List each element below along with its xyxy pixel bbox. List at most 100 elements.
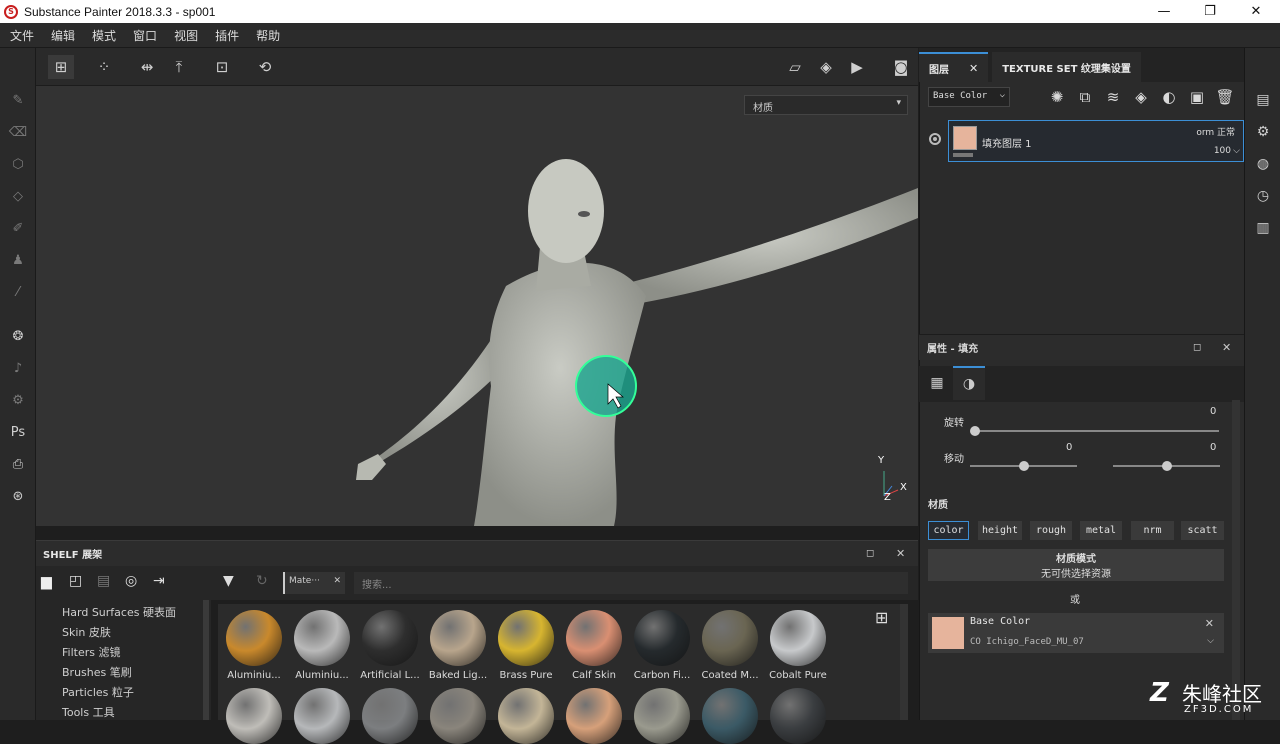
channel-nrm-button[interactable]: nrm	[1131, 521, 1174, 540]
category-skin[interactable]: Skin 皮肤	[36, 623, 211, 643]
tab-layers[interactable]: 图层 ✕	[919, 52, 989, 82]
paint-brush-icon[interactable]: ✎	[0, 84, 36, 116]
material-tab-icon[interactable]: ◑	[953, 366, 985, 400]
menu-file[interactable]: 文件	[10, 27, 34, 44]
close-button[interactable]: ✕	[1233, 0, 1279, 23]
layer-item[interactable]: 填充图层 1 orm 正常 100 ⌵	[948, 120, 1244, 162]
database-icon[interactable]: ▤	[97, 573, 110, 589]
material-item[interactable]: Brass Pure	[494, 604, 558, 681]
photoshop-export-icon[interactable]: Ps	[0, 416, 36, 448]
clone-stamp-icon[interactable]: ♟	[0, 244, 36, 276]
add-layer-icon[interactable]: ≋	[1103, 87, 1123, 107]
material-item[interactable]	[290, 682, 354, 744]
tab-layers-close-icon[interactable]: ✕	[969, 62, 978, 75]
material-item[interactable]: Carbon Fi...	[630, 604, 694, 681]
menu-edit[interactable]: 编辑	[51, 27, 75, 44]
maximize-icon[interactable]: ◻	[866, 548, 874, 559]
new-folder-icon[interactable]: ◰	[69, 573, 82, 589]
bake-icon[interactable]: ❂	[0, 320, 36, 352]
rotation-slider-knob[interactable]	[970, 426, 980, 436]
add-effect-icon[interactable]: ⧉	[1075, 87, 1095, 107]
symmetry-y-icon[interactable]: ⤒	[166, 55, 192, 79]
rotation-slider[interactable]	[975, 430, 1219, 432]
channel-height-button[interactable]: height	[978, 521, 1022, 540]
category-filters[interactable]: Filters 滤镜	[36, 643, 211, 663]
basecolor-slot[interactable]: Base Color CO Ichigo_FaceD_MU_07 ✕ ⌵	[928, 613, 1224, 653]
import-icon[interactable]: ⇥	[153, 573, 165, 589]
layers-panel-icon[interactable]: ▤	[1245, 84, 1280, 116]
basecolor-clear-icon[interactable]: ✕	[1205, 617, 1214, 630]
category-tools[interactable]: Tools 工具	[36, 703, 211, 723]
maximize-icon[interactable]: ◻	[1193, 342, 1201, 353]
folder-icon[interactable]: ▆	[41, 574, 52, 590]
category-hard-surfaces[interactable]: Hard Surfaces 硬表面	[36, 603, 211, 623]
categories-scrollbar[interactable]	[203, 600, 209, 720]
layer-blend-mode[interactable]: orm 正常	[1196, 125, 1235, 138]
display-settings-icon[interactable]: ◍	[1245, 148, 1280, 180]
category-brushes[interactable]: Brushes 笔刷	[36, 663, 211, 683]
shelf-search-input[interactable]: 搜索...	[354, 572, 908, 594]
category-particles[interactable]: Particles 粒子	[36, 683, 211, 703]
channel-dropdown[interactable]: Base Color ⌵	[928, 87, 1010, 107]
grid-mode-icon[interactable]: ⁘	[91, 55, 117, 79]
menu-help[interactable]: 帮助	[256, 27, 280, 44]
3d-viewport[interactable]: Y X Z	[36, 86, 918, 526]
material-item[interactable]: Aluminiu...	[222, 604, 286, 681]
view-2d-icon[interactable]: ▱	[782, 55, 808, 79]
offset-slider-2-knob[interactable]	[1161, 461, 1172, 471]
symmetry-x-icon[interactable]: ⇹	[134, 55, 160, 79]
view-3d-icon[interactable]: ◈	[813, 55, 839, 79]
plugin-icon[interactable]: ⊛	[0, 480, 36, 512]
material-item[interactable]	[494, 682, 558, 744]
magic-wand-icon[interactable]: ✺	[1047, 87, 1067, 107]
channel-metal-button[interactable]: metal	[1080, 521, 1122, 540]
material-item[interactable]: Calf Skin	[562, 604, 626, 681]
camera-icon[interactable]: ▶	[844, 55, 870, 79]
hide-icon[interactable]: ◎	[125, 573, 137, 589]
delete-icon[interactable]: 🗑	[1215, 87, 1235, 107]
export-icon[interactable]: ⎙	[0, 448, 36, 480]
material-item[interactable]	[222, 682, 286, 744]
texture-set-icon[interactable]: ⚙	[1245, 116, 1280, 148]
minimize-button[interactable]: —	[1141, 0, 1187, 23]
filter-tag[interactable]: Mate··· ✕	[283, 572, 345, 594]
filter-tag-close-icon[interactable]: ✕	[333, 576, 341, 586]
history-icon[interactable]: ◷	[1245, 180, 1280, 212]
shelf-close-icon[interactable]: ✕	[896, 547, 905, 560]
material-grid-scrollbar[interactable]	[900, 604, 908, 720]
menu-mode[interactable]: 模式	[92, 27, 116, 44]
menu-view[interactable]: 视图	[174, 27, 198, 44]
material-item[interactable]: Coated M...	[698, 604, 762, 681]
frame-icon[interactable]: ⊡	[209, 55, 235, 79]
chevron-down-icon[interactable]: ⌵	[1207, 636, 1214, 646]
bell-icon[interactable]: ♪	[0, 352, 36, 384]
eraser-icon[interactable]: ⌫	[0, 116, 36, 148]
material-item[interactable]	[630, 682, 694, 744]
polygon-fill-icon[interactable]: ◇	[0, 180, 36, 212]
channel-scatt-button[interactable]: scatt	[1181, 521, 1224, 540]
visibility-toggle[interactable]	[929, 133, 941, 145]
screenshot-icon[interactable]: ◙	[888, 55, 914, 79]
material-item[interactable]: Artificial L...	[358, 604, 422, 681]
color-picker-icon[interactable]: ⁄	[0, 276, 36, 308]
log-icon[interactable]: ▥	[1245, 212, 1280, 244]
material-item[interactable]: Cobalt Pure	[766, 604, 830, 681]
uv-settings-icon[interactable]: ▦	[921, 366, 953, 400]
material-view-select[interactable]: 材质 ▾	[744, 95, 908, 115]
tab-texture-set[interactable]: TEXTURE SET 纹理集设置	[992, 52, 1141, 82]
material-item[interactable]	[698, 682, 762, 744]
settings-icon[interactable]: ⚙	[0, 384, 36, 416]
selection-mode-icon[interactable]: ⊞	[48, 55, 74, 79]
projection-icon[interactable]: ⬡	[0, 148, 36, 180]
channel-color-button[interactable]: color	[928, 521, 969, 540]
restore-button[interactable]: ❐	[1187, 0, 1233, 23]
grid-view-icon[interactable]: ⊞	[875, 608, 888, 627]
material-mode-button[interactable]: 材质模式 无可供选择资源	[928, 549, 1224, 581]
material-item[interactable]: Baked Lig...	[426, 604, 490, 681]
add-folder-icon[interactable]: ▣	[1187, 87, 1207, 107]
filter-icon[interactable]: ▼	[223, 573, 234, 589]
reset-camera-icon[interactable]: ⟲	[252, 55, 278, 79]
offset-slider-1-knob[interactable]	[1018, 461, 1029, 471]
menu-plugins[interactable]: 插件	[215, 27, 239, 44]
material-item[interactable]	[562, 682, 626, 744]
